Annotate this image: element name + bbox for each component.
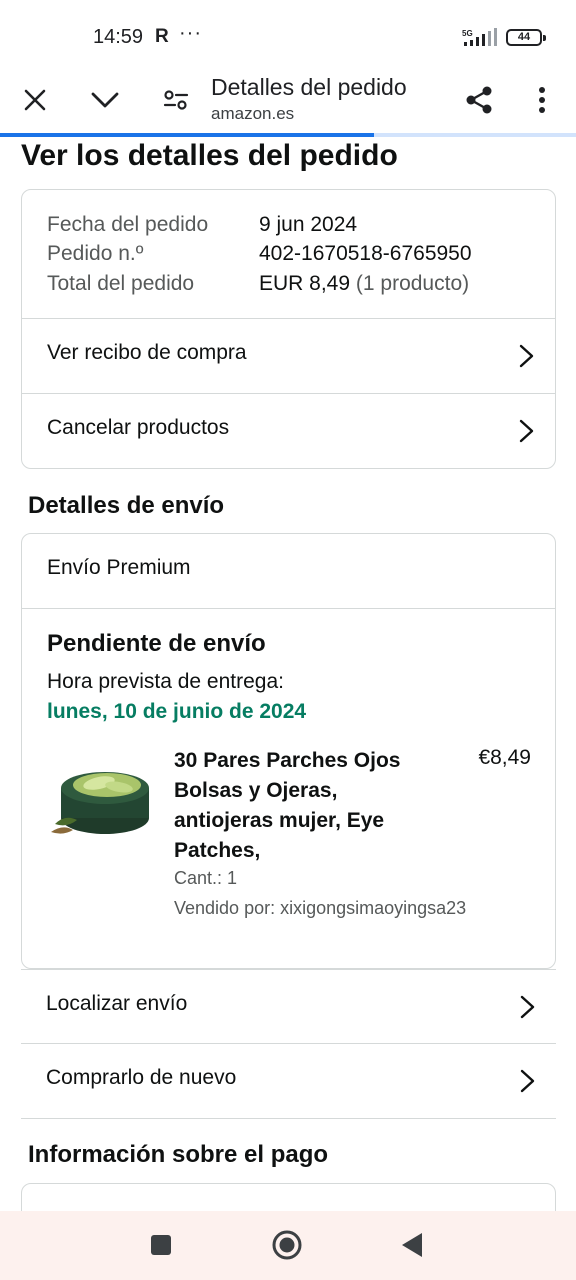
network-label: 5G	[462, 29, 473, 38]
payment-card	[21, 1183, 556, 1211]
product-title-link[interactable]: 30 Pares Parches Ojos Bolsas y Ojeras, a…	[174, 746, 442, 866]
order-summary-card: Fecha del pedido 9 jun 2024 Pedido n.º 4…	[21, 189, 556, 469]
view-receipt-link[interactable]: Ver recibo de compra	[22, 319, 555, 393]
product-quantity: Cant.: 1	[174, 868, 238, 888]
more-vert-icon[interactable]	[522, 80, 562, 120]
shipping-card: Envío Premium Pendiente de envío Hora pr…	[21, 533, 556, 969]
page-content: Ver los detalles del pedido Fecha del pe…	[0, 137, 576, 1211]
order-item-count: (1 producto)	[355, 272, 470, 295]
custom-tab-toolbar: Detalles del pedido amazon.es	[0, 72, 576, 134]
divider	[21, 1118, 556, 1119]
page-info-icon[interactable]	[156, 80, 196, 120]
chevron-right-icon	[519, 344, 534, 368]
track-package-link[interactable]: Localizar envío	[21, 970, 556, 1044]
status-time: 14:59	[93, 26, 144, 48]
eta-date: lunes, 10 de junio de 2024	[47, 700, 307, 723]
product-seller: Vendido por: xixigongsimaoyingsa23	[174, 898, 467, 918]
page-title: Ver los detalles del pedido	[21, 139, 398, 172]
status-bar: 14:59 R ··· 5G 44	[0, 0, 576, 72]
close-icon[interactable]	[15, 80, 55, 120]
shipping-section-title: Detalles de envío	[28, 492, 225, 519]
order-number-value: 402-1670518-6765950	[259, 242, 472, 265]
carrier-icon: R	[155, 26, 169, 47]
share-icon[interactable]	[459, 80, 499, 120]
cancel-items-link[interactable]: Cancelar productos	[22, 394, 555, 468]
track-package-label: Localizar envío	[46, 992, 188, 1015]
chevron-down-icon[interactable]	[85, 80, 125, 120]
chevron-right-icon	[520, 1069, 535, 1093]
order-total-label: Total del pedido	[47, 272, 195, 295]
product-price: €8,49	[478, 746, 531, 769]
buy-again-link[interactable]: Comprarlo de nuevo	[21, 1044, 556, 1118]
buy-again-label: Comprarlo de nuevo	[46, 1066, 237, 1089]
shipping-type: Envío Premium	[47, 556, 191, 579]
square-icon[interactable]	[143, 1227, 179, 1263]
signal-icon: 5G	[462, 28, 497, 46]
battery-icon: 44	[506, 29, 542, 46]
page-title-bar: Detalles del pedido	[211, 74, 407, 100]
divider	[22, 608, 555, 609]
chevron-right-icon	[519, 419, 534, 443]
order-total-value: EUR 8,49 (1 producto)	[259, 272, 469, 296]
page-url[interactable]: amazon.es	[211, 104, 294, 124]
back-triangle-icon[interactable]	[394, 1227, 430, 1263]
shipment-status: Pendiente de envío	[47, 630, 266, 657]
more-notifications-icon: ···	[179, 22, 202, 44]
home-circle-icon[interactable]	[269, 1227, 305, 1263]
order-date-label: Fecha del pedido	[47, 213, 209, 236]
payment-section-title: Información sobre el pago	[28, 1141, 329, 1168]
status-indicators: 5G 44	[462, 26, 552, 48]
order-date-value: 9 jun 2024	[259, 213, 358, 236]
chevron-right-icon	[520, 995, 535, 1019]
eta-label: Hora prevista de entrega:	[47, 670, 284, 693]
cancel-items-label: Cancelar productos	[47, 416, 230, 439]
view-receipt-label: Ver recibo de compra	[47, 341, 247, 364]
order-total-amount: EUR 8,49	[259, 272, 351, 295]
order-number-label: Pedido n.º	[47, 242, 144, 265]
battery-tip	[543, 35, 546, 41]
system-nav-bar	[0, 1211, 576, 1280]
product-image[interactable]	[47, 758, 153, 838]
